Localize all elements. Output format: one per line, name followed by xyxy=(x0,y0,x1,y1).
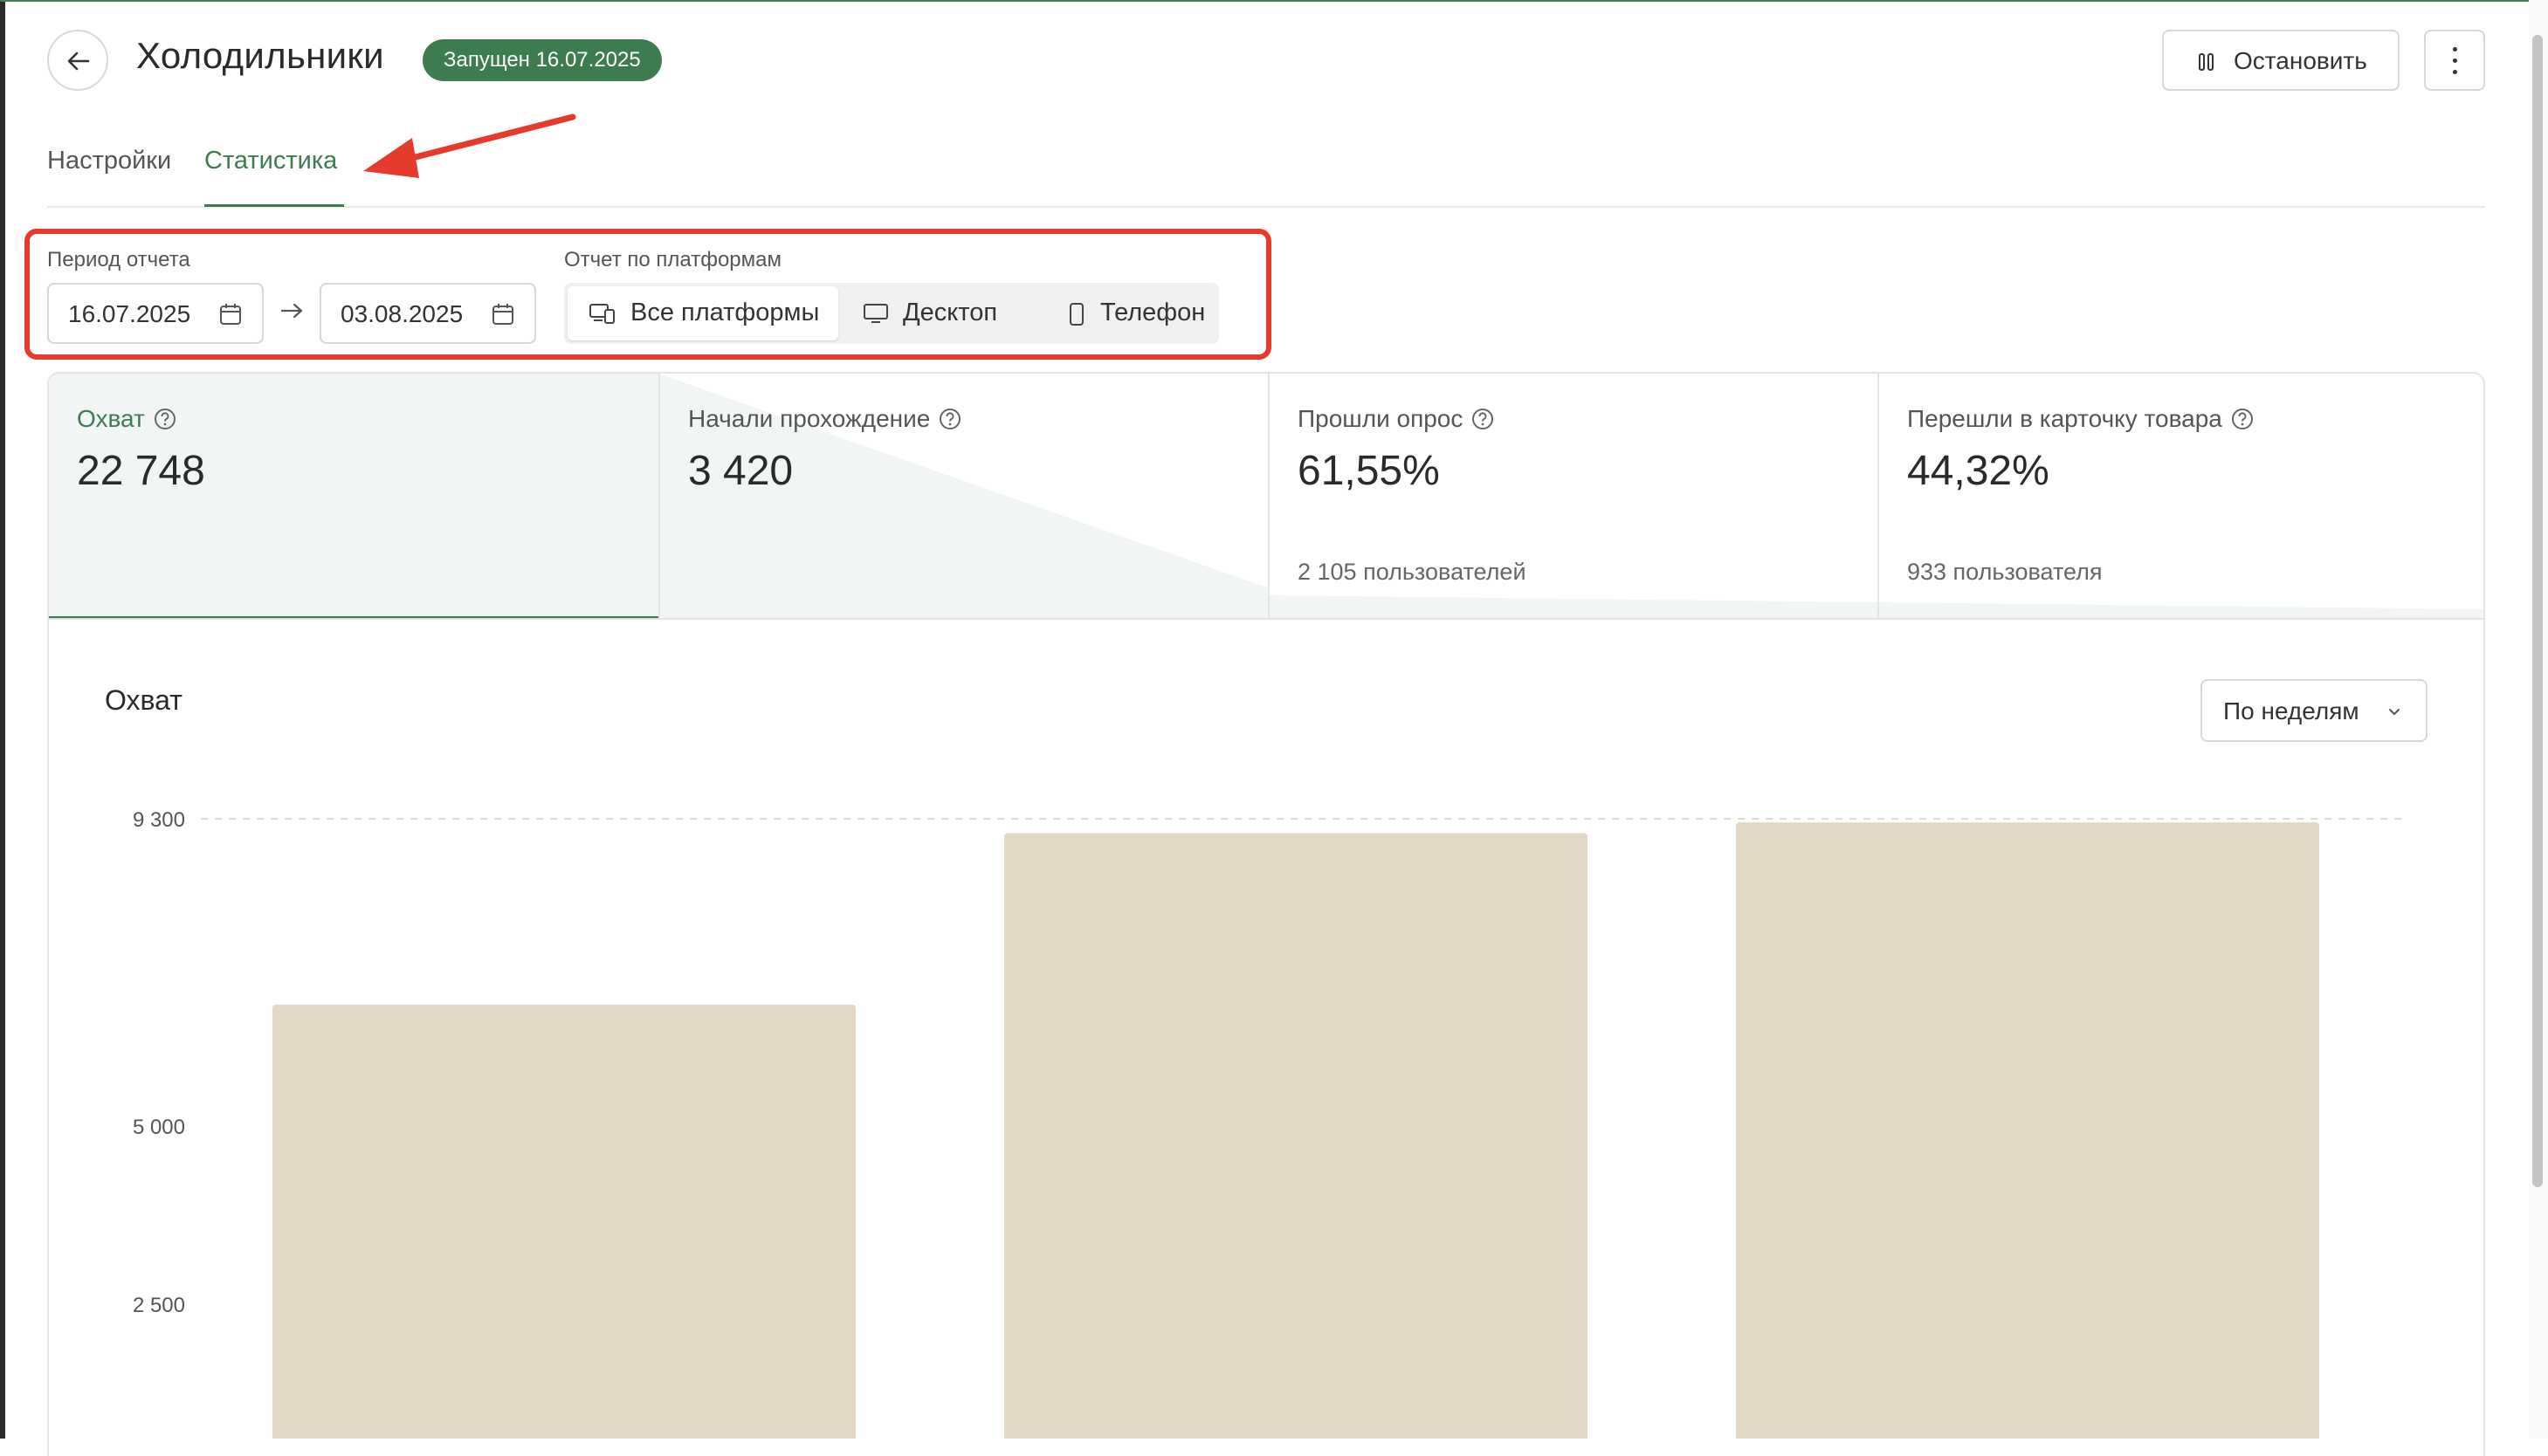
metric-completed-users: 2 105 пользователей xyxy=(1298,559,1526,585)
platform-phone-button[interactable]: Телефон xyxy=(1046,286,1215,340)
platform-all-label: Все платформы xyxy=(630,299,820,326)
platform-desktop-button[interactable]: Десктоп xyxy=(842,286,1043,340)
page-title: Холодильники xyxy=(136,35,384,76)
tab-statistics[interactable]: Статистика xyxy=(204,147,337,175)
period-label: Период отчета xyxy=(47,248,190,271)
platform-segmented-control: Все платформы Десктоп Телефон xyxy=(564,283,1219,344)
metric-reach-label: Охват xyxy=(77,405,145,432)
chart-bar[interactable] xyxy=(1736,822,2319,1439)
kebab-dot-icon xyxy=(2453,70,2457,74)
chart-title: Охват xyxy=(105,684,182,716)
y-tick-label: 9 300 xyxy=(133,808,185,832)
metric-product-card-value: 44,32% xyxy=(1907,448,2049,494)
chart-bar[interactable] xyxy=(1004,833,1587,1439)
tab-settings[interactable]: Настройки xyxy=(47,147,171,175)
platform-phone-label: Телефон xyxy=(1100,299,1206,326)
date-to-input[interactable]: 03.08.2025 xyxy=(320,283,536,344)
metric-reach[interactable]: Охват 22 748 xyxy=(49,374,658,618)
date-from-value: 16.07.2025 xyxy=(68,300,191,327)
active-tab-indicator xyxy=(204,204,344,207)
help-icon[interactable] xyxy=(154,408,176,430)
more-options-button[interactable] xyxy=(2424,30,2485,91)
platform-label: Отчет по платформам xyxy=(564,248,782,271)
y-tick-label: 2 500 xyxy=(133,1294,185,1317)
phone-icon xyxy=(1070,303,1084,326)
period-select-value: По неделям xyxy=(2223,697,2359,725)
top-accent-line xyxy=(0,0,2548,2)
desktop-icon xyxy=(864,304,888,323)
stop-button[interactable]: Остановить xyxy=(2162,30,2400,91)
help-icon[interactable] xyxy=(2231,408,2254,430)
metric-product-card-label: Перешли в карточку товара xyxy=(1907,405,2222,432)
metric-started-value: 3 420 xyxy=(688,448,794,494)
back-button[interactable] xyxy=(47,30,108,91)
devices-icon xyxy=(589,304,615,324)
metric-product-card-users: 933 пользователя xyxy=(1907,559,2103,585)
reach-bar-chart: 9 300 5 000 2 500 xyxy=(133,808,2401,1439)
calendar-icon xyxy=(492,304,513,325)
y-tick-label: 5 000 xyxy=(133,1116,185,1139)
metric-product-card[interactable]: Перешли в карточку товара 44,32% 933 пол… xyxy=(1879,374,2483,618)
metric-completed-value: 61,55% xyxy=(1298,448,1440,494)
metric-started-label: Начали прохождение xyxy=(688,405,931,432)
metric-completed[interactable]: Прошли опрос 61,55% 2 105 пользователей xyxy=(1270,374,1877,618)
period-select[interactable]: По неделям xyxy=(2200,679,2427,742)
platform-all-button[interactable]: Все платформы xyxy=(568,286,838,340)
annotation-arrow-icon xyxy=(363,113,576,178)
chevron-down-icon xyxy=(2389,709,2400,715)
date-from-input[interactable]: 16.07.2025 xyxy=(47,283,264,344)
help-icon[interactable] xyxy=(939,408,961,430)
metric-completed-label: Прошли опрос xyxy=(1298,405,1463,432)
help-icon[interactable] xyxy=(1471,408,1494,430)
metrics-panel: Охват 22 748 Начали прохождение 3 420 Пр… xyxy=(47,372,2485,620)
arrow-left-icon xyxy=(67,52,90,71)
metric-reach-value: 22 748 xyxy=(77,448,205,494)
stop-button-label: Остановить xyxy=(2234,47,2367,74)
chart-bar[interactable] xyxy=(272,1004,856,1439)
status-badge: Запущен 16.07.2025 xyxy=(423,39,662,81)
pause-icon xyxy=(2199,53,2214,71)
arrow-right-icon xyxy=(280,303,303,319)
date-to-value: 03.08.2025 xyxy=(341,300,464,327)
kebab-dot-icon xyxy=(2453,47,2457,52)
calendar-icon xyxy=(220,304,241,325)
window-edge xyxy=(0,0,5,1439)
kebab-dot-icon xyxy=(2453,58,2457,63)
scrollbar-thumb[interactable] xyxy=(2532,35,2543,1187)
platform-desktop-label: Десктоп xyxy=(903,299,998,326)
metric-started[interactable]: Начали прохождение 3 420 xyxy=(660,374,1268,618)
tabs-divider xyxy=(47,206,2485,208)
